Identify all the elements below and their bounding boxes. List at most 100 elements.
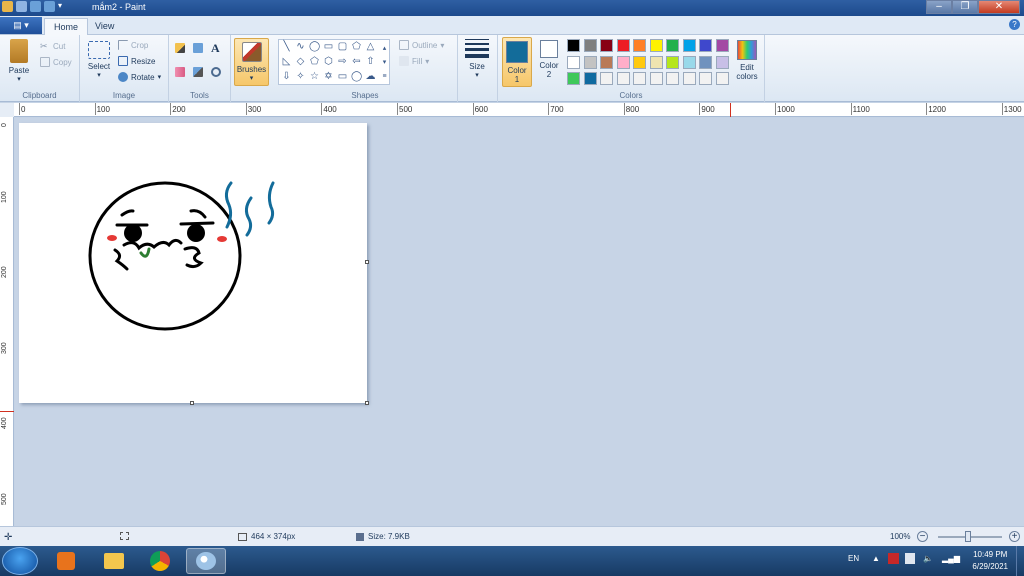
palette-swatch[interactable] <box>699 39 712 52</box>
show-hidden-icons-icon[interactable]: ▲ <box>872 554 880 563</box>
hexagon-shape-icon[interactable]: ⬡ <box>323 56 334 67</box>
left-arrow-shape-icon[interactable]: ⇦ <box>351 56 362 67</box>
signal-icon[interactable]: ▂▄▆ <box>942 554 960 563</box>
fill-tool[interactable] <box>193 43 203 53</box>
taskbar-media-player[interactable] <box>46 548 86 574</box>
palette-swatch[interactable] <box>715 39 729 52</box>
color-picker-tool[interactable] <box>193 67 203 77</box>
brushes-button[interactable]: Brushes ▾ <box>234 38 269 86</box>
taskbar-chrome[interactable] <box>140 548 180 574</box>
taskbar-file-explorer[interactable] <box>94 548 134 574</box>
palette-swatch[interactable] <box>600 39 613 52</box>
polygon-shape-icon[interactable]: ⬠ <box>351 41 362 52</box>
tab-view[interactable]: View <box>86 18 123 35</box>
resize-handle-corner[interactable] <box>365 401 369 405</box>
callout-oval-shape-icon[interactable]: ◯ <box>351 71 362 82</box>
five-point-star-shape-icon[interactable]: ☆ <box>309 71 320 82</box>
resize-handle-bottom[interactable] <box>190 401 194 405</box>
file-menu-button[interactable]: ▤ ▾ <box>0 17 42 34</box>
undo-icon[interactable] <box>30 1 41 12</box>
text-tool[interactable]: A <box>211 41 220 56</box>
palette-swatch[interactable] <box>633 55 646 69</box>
palette-swatch[interactable] <box>567 39 580 52</box>
right-triangle-shape-icon[interactable]: ◺ <box>281 56 292 67</box>
palette-swatch[interactable] <box>649 55 663 69</box>
paint-app-icon[interactable] <box>2 1 13 12</box>
language-indicator[interactable]: EN <box>848 554 859 563</box>
six-point-star-shape-icon[interactable]: ✡ <box>323 71 334 82</box>
fill-button[interactable]: Fill ▾ <box>399 56 429 66</box>
curve-shape-icon[interactable]: ∿ <box>295 41 306 52</box>
color1-button[interactable]: Color 1 <box>502 37 532 87</box>
eraser-tool[interactable] <box>175 67 185 77</box>
down-arrow-shape-icon[interactable]: ⇩ <box>281 71 292 82</box>
size-button[interactable]: Size ▾ <box>463 39 491 79</box>
oval-shape-icon[interactable]: ◯ <box>309 41 320 52</box>
shapes-expand-icon[interactable]: ≡ <box>379 71 390 82</box>
palette-swatch[interactable] <box>583 55 597 69</box>
palette-swatch[interactable] <box>649 72 663 85</box>
palette-swatch[interactable] <box>633 39 646 52</box>
close-button[interactable]: ✕ <box>978 0 1020 14</box>
diamond-shape-icon[interactable]: ◇ <box>295 56 306 67</box>
rounded-rectangle-shape-icon[interactable]: ▢ <box>337 41 348 52</box>
maximize-button[interactable]: ❐ <box>952 0 978 14</box>
antivirus-icon[interactable] <box>888 553 899 564</box>
pencil-tool[interactable] <box>175 43 185 53</box>
palette-swatch[interactable] <box>583 39 597 52</box>
palette-swatch[interactable] <box>715 72 729 85</box>
system-clock[interactable]: 10:49 PM 6/29/2021 <box>972 549 1008 573</box>
paste-button[interactable]: Paste ▾ <box>6 39 32 83</box>
save-icon[interactable] <box>16 1 27 12</box>
right-arrow-shape-icon[interactable]: ⇨ <box>337 56 348 67</box>
shapes-scroll-up-icon[interactable]: ▴ <box>379 43 390 54</box>
palette-swatch[interactable] <box>682 39 696 52</box>
magnifier-tool[interactable] <box>211 67 221 77</box>
edit-colors-button[interactable]: Edit colors <box>732 40 762 81</box>
network-device-icon[interactable] <box>905 553 915 564</box>
rectangle-shape-icon[interactable]: ▭ <box>323 41 334 52</box>
palette-swatch[interactable] <box>715 55 729 69</box>
palette-swatch[interactable] <box>616 72 630 85</box>
drawing-canvas[interactable] <box>19 123 367 403</box>
outline-button[interactable]: Outline ▾ <box>399 40 444 50</box>
help-icon[interactable]: ? <box>1009 19 1020 30</box>
callout-rectangle-shape-icon[interactable]: ▭ <box>337 71 348 82</box>
palette-swatch[interactable] <box>616 39 630 52</box>
pentagon-shape-icon[interactable]: ⬠ <box>309 56 320 67</box>
minimize-button[interactable]: – <box>926 0 952 14</box>
zoom-slider-thumb[interactable] <box>965 531 971 542</box>
callout-cloud-shape-icon[interactable]: ☁ <box>365 71 376 82</box>
palette-swatch[interactable] <box>567 55 580 69</box>
line-shape-icon[interactable]: ╲ <box>281 41 292 52</box>
redo-icon[interactable] <box>44 1 55 12</box>
taskbar-paint[interactable] <box>186 548 226 574</box>
shapes-scroll-down-icon[interactable]: ▾ <box>379 57 390 68</box>
palette-swatch[interactable] <box>600 72 613 85</box>
palette-swatch[interactable] <box>567 72 580 85</box>
cut-button[interactable]: ✂ Cut <box>40 41 65 51</box>
up-arrow-shape-icon[interactable]: ⇧ <box>365 56 376 67</box>
palette-swatch[interactable] <box>666 72 679 85</box>
triangle-shape-icon[interactable]: △ <box>365 41 376 52</box>
resize-button[interactable]: Resize <box>118 56 155 66</box>
start-button[interactable] <box>2 547 38 575</box>
tab-home[interactable]: Home <box>44 18 89 35</box>
palette-swatch[interactable] <box>682 72 696 85</box>
select-button[interactable]: Select ▾ <box>86 41 112 79</box>
resize-handle-right[interactable] <box>365 260 369 264</box>
palette-swatch[interactable] <box>616 55 630 69</box>
palette-swatch[interactable] <box>699 72 712 85</box>
palette-swatch[interactable] <box>666 55 679 69</box>
zoom-out-button[interactable]: − <box>917 531 928 542</box>
palette-swatch[interactable] <box>600 55 613 69</box>
palette-swatch[interactable] <box>583 72 597 85</box>
volume-icon[interactable]: 🔈 <box>923 554 933 563</box>
qat-dropdown-icon[interactable]: ▾ <box>58 1 65 12</box>
palette-swatch[interactable] <box>666 39 679 52</box>
palette-swatch[interactable] <box>699 55 712 69</box>
show-desktop-button[interactable] <box>1016 546 1024 576</box>
copy-button[interactable]: Copy <box>40 57 72 67</box>
color2-button[interactable]: Color 2 <box>536 40 562 79</box>
four-point-star-shape-icon[interactable]: ✧ <box>295 71 306 82</box>
